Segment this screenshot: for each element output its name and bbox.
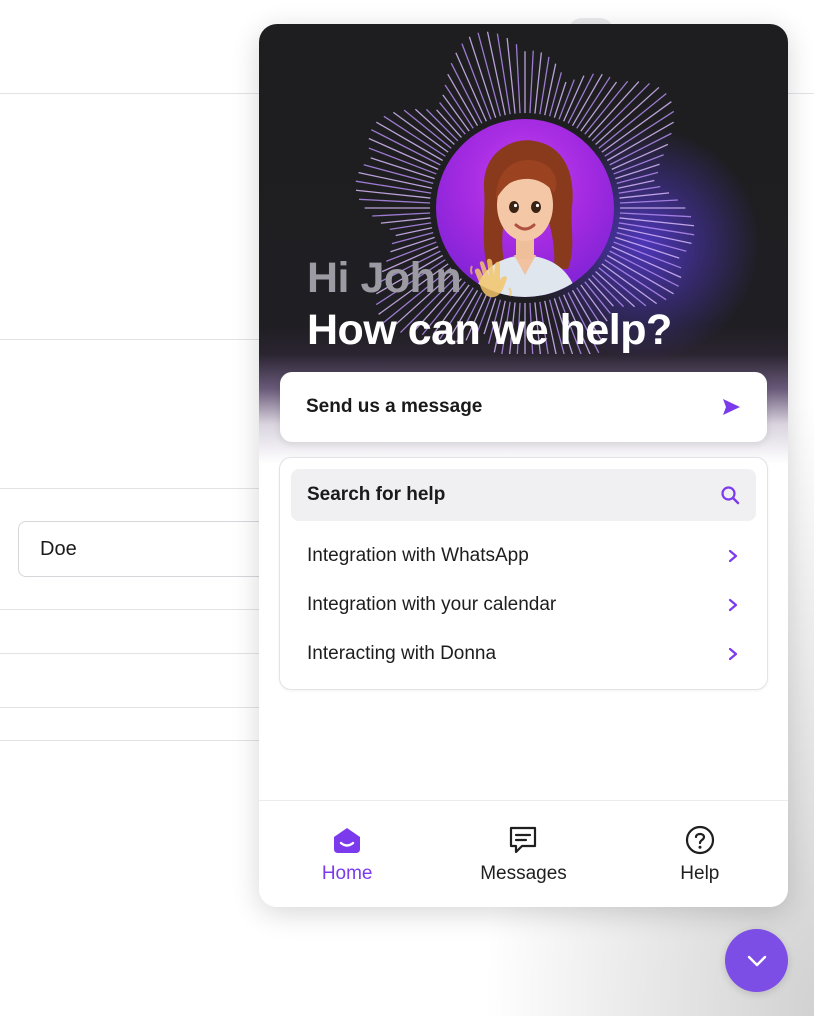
tab-help-label: Help xyxy=(680,863,720,884)
messenger-widget: Hi John How can we help? Send us a messa… xyxy=(259,24,788,907)
divider xyxy=(0,609,300,610)
tab-home-label: Home xyxy=(321,863,373,884)
send-message-label: Send us a message xyxy=(306,396,483,417)
chevron-right-icon xyxy=(728,549,738,563)
help-article-title: Integration with WhatsApp xyxy=(307,545,529,566)
help-search-card: Search for help Integration with WhatsAp… xyxy=(279,457,768,690)
divider xyxy=(0,740,300,741)
search-help-button[interactable]: Search for help xyxy=(291,469,756,521)
tab-home[interactable]: Home xyxy=(259,801,435,907)
tab-messages-label: Messages xyxy=(480,863,567,884)
assistant-avatar xyxy=(436,119,614,297)
help-article-title: Interacting with Donna xyxy=(307,643,497,664)
close-messenger-button[interactable] xyxy=(725,929,788,992)
greeting-text: Hi John xyxy=(307,254,462,302)
divider xyxy=(0,653,300,654)
messages-icon xyxy=(510,826,537,854)
waving-hand-icon xyxy=(470,258,512,298)
headline-text: How can we help? xyxy=(307,306,672,354)
last-name-value: Doe xyxy=(40,537,77,560)
help-article-link[interactable]: Integration with WhatsApp xyxy=(280,534,767,578)
help-article-link[interactable]: Integration with your calendar xyxy=(280,583,767,627)
divider xyxy=(0,488,300,489)
help-icon xyxy=(685,825,714,855)
search-icon xyxy=(721,486,740,505)
chevron-right-icon xyxy=(728,647,738,661)
chevron-right-icon xyxy=(728,598,738,612)
help-article-link[interactable]: Interacting with Donna xyxy=(280,632,767,676)
divider xyxy=(0,339,300,340)
help-article-title: Integration with your calendar xyxy=(307,594,557,615)
divider xyxy=(0,707,300,708)
send-icon xyxy=(723,399,740,415)
chevron-down-icon xyxy=(747,955,766,966)
search-help-label: Search for help xyxy=(307,484,446,505)
bottom-navigation: Home Messages Help xyxy=(259,800,788,907)
send-message-button[interactable]: Send us a message xyxy=(280,372,767,442)
home-icon xyxy=(334,828,361,853)
tab-help[interactable]: Help xyxy=(612,801,788,907)
tab-messages[interactable]: Messages xyxy=(435,801,611,907)
